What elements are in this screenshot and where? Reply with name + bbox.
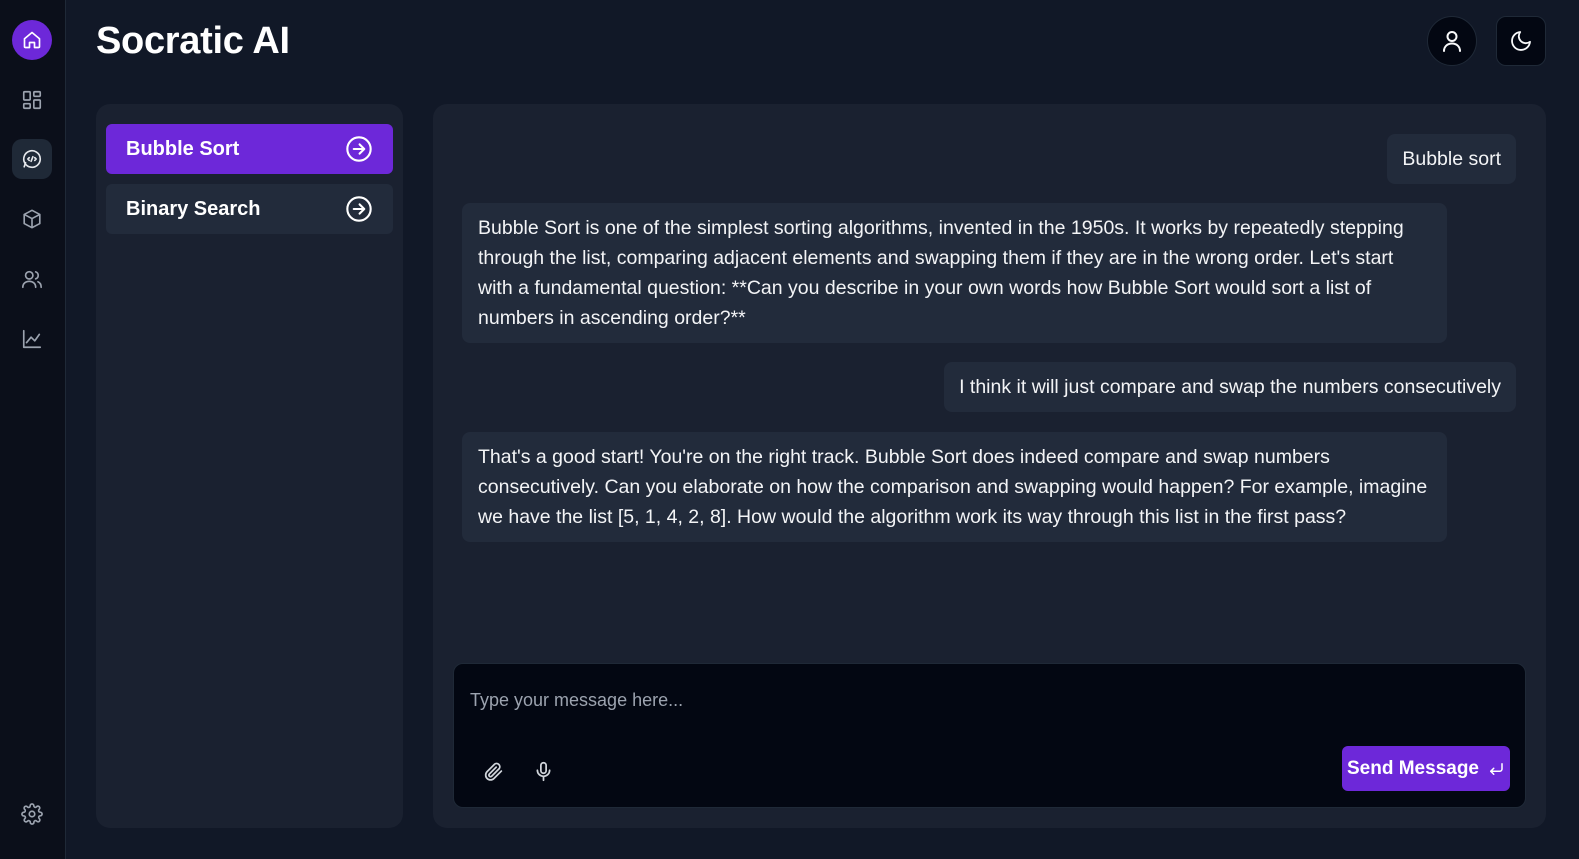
user-message: Bubble sort — [1387, 134, 1516, 184]
assistant-message: That's a good start! You're on the right… — [462, 432, 1447, 542]
send-message-button[interactable]: Send Message — [1342, 746, 1510, 791]
user-message: I think it will just compare and swap th… — [944, 362, 1516, 412]
moon-icon — [1511, 31, 1531, 51]
attach-button[interactable] — [476, 754, 510, 788]
arrow-circle-right-icon — [346, 196, 372, 222]
topic-label: Binary Search — [126, 197, 261, 220]
chat-panel: Bubble sort Bubble Sort is one of the si… — [433, 104, 1546, 828]
paperclip-icon — [484, 762, 502, 781]
message-input[interactable] — [470, 680, 1510, 720]
page-title: Socratic AI — [96, 20, 290, 62]
topic-label: Bubble Sort — [126, 137, 240, 160]
nav-settings[interactable] — [12, 794, 52, 834]
nav-dashboard[interactable] — [12, 80, 52, 120]
home-icon — [23, 31, 41, 49]
topics-panel: Bubble Sort Binary Search — [96, 104, 403, 828]
send-message-label: Send Message — [1347, 757, 1479, 779]
gear-icon — [21, 803, 43, 825]
enter-icon — [1490, 762, 1503, 775]
chat-icon — [22, 149, 42, 169]
user-icon — [1443, 31, 1461, 52]
users-icon — [22, 270, 42, 289]
microphone-icon — [536, 761, 550, 781]
theme-toggle-button[interactable] — [1496, 16, 1546, 66]
nav-home[interactable] — [12, 20, 52, 60]
nav-users[interactable] — [12, 259, 52, 299]
icon-rail — [0, 0, 66, 859]
nav-analytics[interactable] — [12, 319, 52, 359]
profile-button[interactable] — [1427, 16, 1477, 66]
chart-icon — [22, 329, 42, 349]
topic-item-binary-search[interactable]: Binary Search — [106, 184, 393, 234]
topic-item-bubble-sort[interactable]: Bubble Sort — [106, 124, 393, 174]
microphone-button[interactable] — [526, 754, 560, 788]
assistant-message: Bubble Sort is one of the simplest sorti… — [462, 203, 1447, 343]
dashboard-icon — [22, 90, 42, 110]
nav-models[interactable] — [12, 199, 52, 239]
nav-chat[interactable] — [12, 139, 52, 179]
box-icon — [23, 209, 41, 229]
arrow-circle-right-icon — [346, 136, 372, 162]
message-composer: Send Message — [453, 663, 1526, 808]
